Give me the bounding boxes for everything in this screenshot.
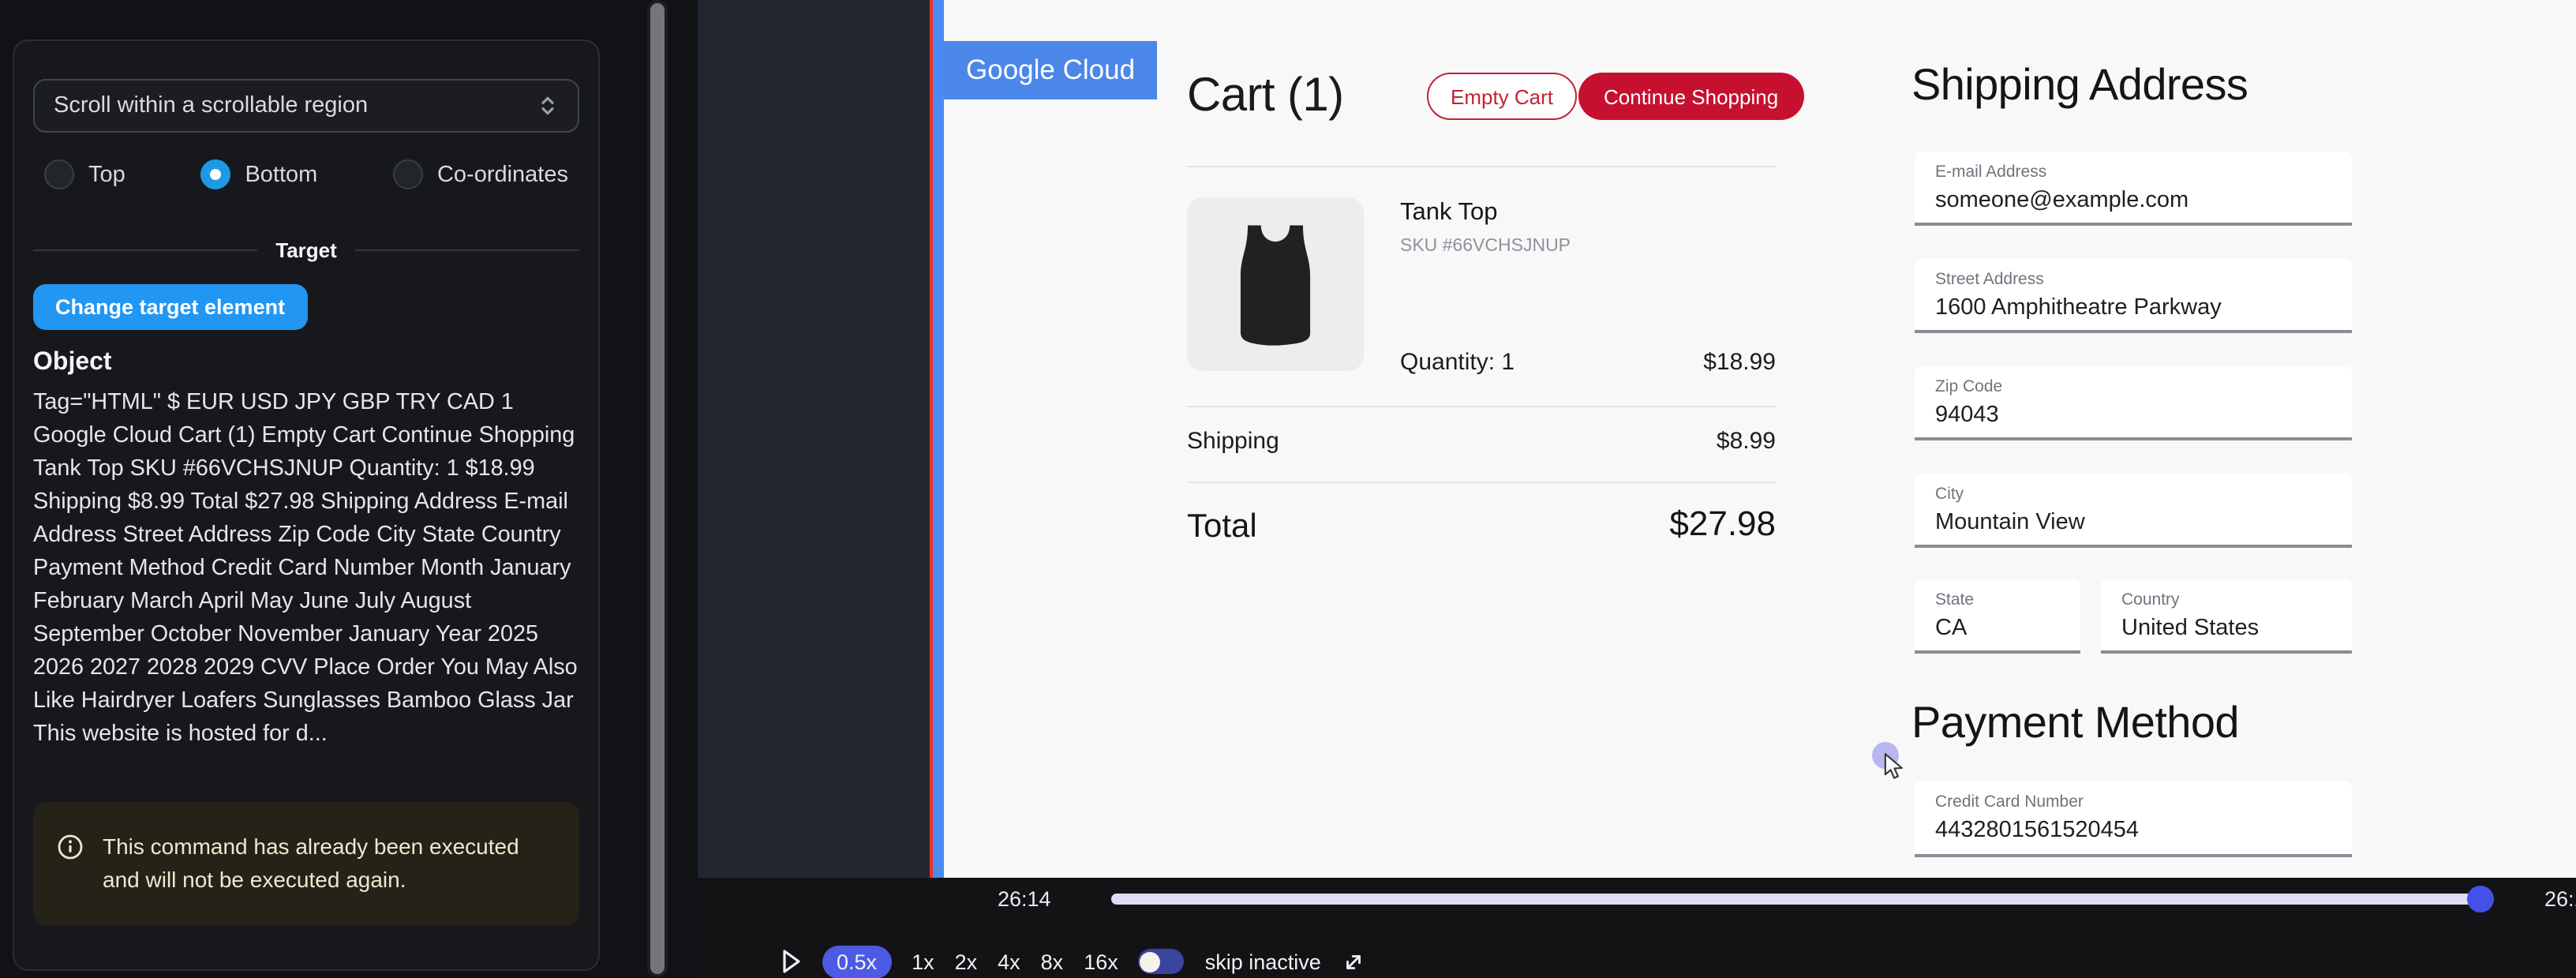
select-chevrons-icon xyxy=(537,93,559,118)
street-address-value: 1600 Amphitheatre Parkway xyxy=(1935,295,2331,320)
email-field-value: someone@example.com xyxy=(1935,188,2331,213)
country-field[interactable]: Country United States xyxy=(2101,579,2352,654)
shipping-address-heading: Shipping Address xyxy=(1911,60,2248,111)
speed-1x-button[interactable]: 1x xyxy=(912,950,934,973)
zip-code-label: Zip Code xyxy=(1935,377,2331,396)
cart-item-divider xyxy=(1187,406,1776,407)
replay-app: Scroll within a scrollable region Top Bo… xyxy=(0,0,2576,977)
browser-chrome-gutter xyxy=(698,0,931,878)
cart-total-value: $27.98 xyxy=(1555,504,1776,545)
action-select[interactable]: Scroll within a scrollable region xyxy=(33,79,579,133)
speed-16x-button[interactable]: 16x xyxy=(1084,950,1118,973)
divider-line xyxy=(356,249,579,251)
speed-8x-button[interactable]: 8x xyxy=(1041,950,1064,973)
radio-coordinates-label: Co-ordinates xyxy=(437,162,568,187)
expand-fullscreen-icon[interactable] xyxy=(1342,950,1365,973)
radio-bottom-label: Bottom xyxy=(245,162,317,187)
radio-bottom-circle[interactable] xyxy=(200,159,230,189)
credit-card-number-value: 4432801561520454 xyxy=(1935,818,2331,843)
change-target-element-button[interactable]: Change target element xyxy=(33,284,307,330)
empty-cart-button[interactable]: Empty Cart xyxy=(1427,73,1577,120)
shipping-total-divider xyxy=(1187,482,1776,483)
timeline-thumb[interactable] xyxy=(2467,886,2494,912)
state-field[interactable]: State CA xyxy=(1915,579,2080,654)
continue-shopping-button[interactable]: Continue Shopping xyxy=(1578,73,1803,120)
sidebar-scrollbar-thumb[interactable] xyxy=(650,3,665,974)
credit-card-number-label: Credit Card Number xyxy=(1935,793,2331,811)
tank-top-graphic xyxy=(1215,213,1335,355)
command-panel: Scroll within a scrollable region Top Bo… xyxy=(13,39,600,971)
divider-line xyxy=(33,249,256,251)
product-quantity: Quantity: 1 xyxy=(1400,349,1515,376)
notice-text: This command has already been executed a… xyxy=(103,831,556,897)
radio-coordinates[interactable]: Co-ordinates xyxy=(393,159,568,189)
scroll-position-radio-group: Top Bottom Co-ordinates xyxy=(33,159,579,189)
zip-code-field[interactable]: Zip Code 94043 xyxy=(1915,366,2352,440)
product-name: Tank Top xyxy=(1400,199,1498,227)
radio-top-circle[interactable] xyxy=(44,159,74,189)
cart-title: Cart (1) xyxy=(1187,69,1344,123)
payment-method-heading: Payment Method xyxy=(1911,698,2239,748)
radio-top-label: Top xyxy=(88,162,125,187)
state-field-value: CA xyxy=(1935,616,2060,641)
city-field[interactable]: City Mountain View xyxy=(1915,474,2352,548)
timeline-track[interactable] xyxy=(1111,894,2486,905)
street-address-field[interactable]: Street Address 1600 Amphitheatre Parkway xyxy=(1915,259,2352,333)
shipping-cost-label: Shipping xyxy=(1187,428,1279,455)
zip-code-value: 94043 xyxy=(1935,403,2331,428)
state-field-label: State xyxy=(1935,590,2060,609)
email-field-label: E-mail Address xyxy=(1935,163,2331,182)
product-sku: SKU #66VCHSJNUP xyxy=(1400,237,1571,256)
end-time: 26:1 xyxy=(2544,887,2576,911)
email-field[interactable]: E-mail Address someone@example.com xyxy=(1915,152,2352,226)
speed-2x-button[interactable]: 2x xyxy=(955,950,978,973)
city-field-label: City xyxy=(1935,485,2331,504)
radio-coordinates-circle[interactable] xyxy=(393,159,423,189)
command-executed-notice: This command has already been executed a… xyxy=(33,803,579,926)
brand-badge[interactable]: Google Cloud xyxy=(944,41,1157,99)
shipping-cost-value: $8.99 xyxy=(1618,428,1776,455)
scroll-region-highlight xyxy=(933,0,944,881)
play-button[interactable] xyxy=(781,949,802,974)
mouse-cursor-icon xyxy=(1883,753,1907,788)
sidebar-scrollbar[interactable] xyxy=(647,0,668,977)
object-text: Tag="HTML" $ EUR USD JPY GBP TRY CAD 1 G… xyxy=(33,387,579,752)
radio-top[interactable]: Top xyxy=(44,159,125,189)
product-price: $18.99 xyxy=(1618,349,1776,376)
cart-header-divider xyxy=(1187,166,1776,167)
city-field-value: Mountain View xyxy=(1935,510,2331,535)
country-field-label: Country xyxy=(2121,590,2331,609)
toggle-knob[interactable] xyxy=(1140,951,1161,972)
current-time: 26:14 xyxy=(998,887,1051,911)
target-section-label: Target xyxy=(275,238,337,262)
action-select-value: Scroll within a scrollable region xyxy=(54,93,368,118)
street-address-label: Street Address xyxy=(1935,270,2331,289)
speed-0-5x-button[interactable]: 0.5x xyxy=(822,945,891,978)
playback-controls: 0.5x 1x 2x 4x 8x 16x skip inactive xyxy=(781,947,1365,976)
skip-inactive-toggle[interactable] xyxy=(1139,949,1185,974)
radio-bottom[interactable]: Bottom xyxy=(200,159,317,189)
info-icon xyxy=(57,834,84,861)
country-field-value: United States xyxy=(2121,616,2331,641)
page-viewport: Google Cloud Cart (1) Empty Cart Continu… xyxy=(930,0,2576,886)
target-section-divider: Target xyxy=(33,238,579,262)
command-sidebar: Scroll within a scrollable region Top Bo… xyxy=(0,0,698,977)
cart-total-label: Total xyxy=(1187,508,1257,546)
tank-top-product-image xyxy=(1187,197,1364,371)
skip-inactive-label: skip inactive xyxy=(1205,950,1321,973)
credit-card-number-field[interactable]: Credit Card Number 4432801561520454 xyxy=(1915,781,2352,857)
object-heading: Object xyxy=(33,349,579,377)
speed-4x-button[interactable]: 4x xyxy=(998,950,1020,973)
